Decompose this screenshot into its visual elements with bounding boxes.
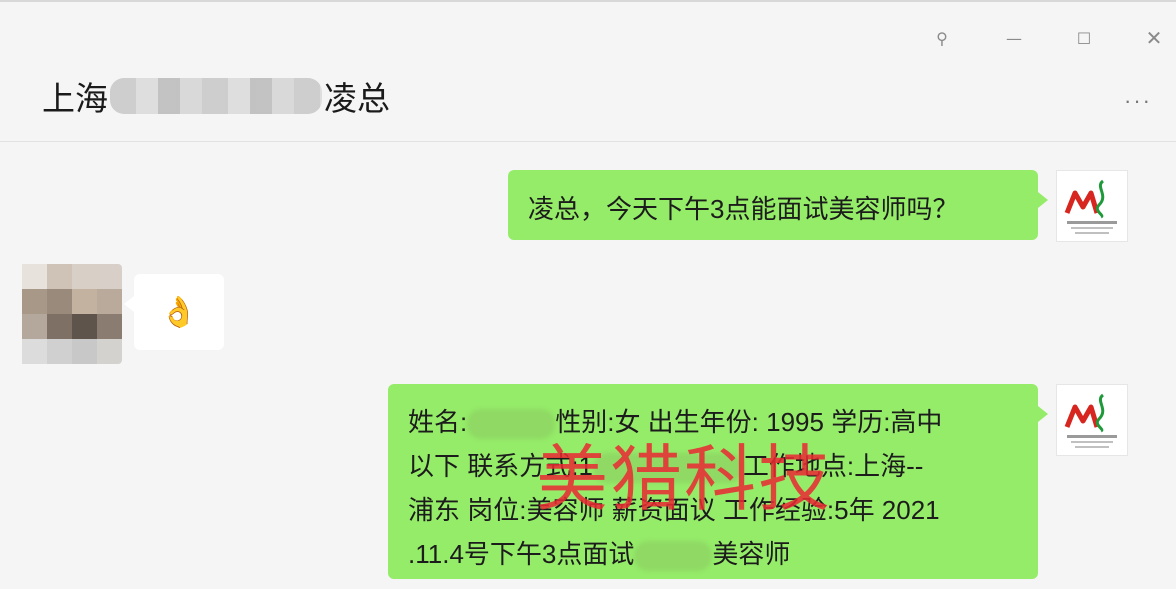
- contact-avatar[interactable]: [22, 264, 122, 364]
- message-line-1: 姓名: 性别:女 出生年份: 1995 学历:高中: [408, 400, 1020, 444]
- company-logo-icon: [1064, 393, 1117, 448]
- message-bubble-self[interactable]: 凌总，今天下午3点能面试美容师吗？: [508, 170, 1048, 240]
- self-avatar[interactable]: [1056, 384, 1128, 456]
- company-logo-icon: [1064, 179, 1117, 234]
- chat-window: ⚲ — ☐ ✕ 上海 凌总 ··· 凌总，今天下午3点能面试美容师吗？ 👌 姓名…: [0, 0, 1176, 589]
- chat-header: ⚲ — ☐ ✕ 上海 凌总 ···: [0, 2, 1176, 142]
- message-bubble-other[interactable]: 👌: [124, 274, 224, 350]
- redacted-phone-smudge: [592, 453, 743, 484]
- maximize-button[interactable]: ☐: [1070, 24, 1098, 52]
- close-button[interactable]: ✕: [1140, 24, 1168, 52]
- message-line-3: 浦东 岗位:美容师 薪资面议 工作经验:5年 2021: [408, 495, 940, 525]
- chat-title-prefix: 上海: [42, 80, 108, 117]
- ok-hand-emoji: 👌: [160, 295, 198, 329]
- redacted-name-smudge: [467, 409, 556, 440]
- message-line-4: .11.4号下午3点面试 美容师: [408, 532, 1020, 576]
- self-avatar[interactable]: [1056, 170, 1128, 242]
- redacted-company-smudge: [634, 541, 713, 572]
- redacted-name: [110, 78, 322, 114]
- message-line-2: 以下 联系方式:1 工作地点:上海--: [408, 444, 1020, 488]
- message-bubble-self-resume[interactable]: 姓名: 性别:女 出生年份: 1995 学历:高中 以下 联系方式:1 工作地点:上…: [388, 384, 1048, 579]
- more-options-icon[interactable]: ···: [1124, 88, 1152, 114]
- pin-icon[interactable]: ⚲: [928, 24, 956, 52]
- chat-title-suffix: 凌总: [324, 80, 390, 117]
- minimize-button[interactable]: —: [1000, 24, 1028, 52]
- message-text: 凌总，今天下午3点能面试美容师吗？: [528, 194, 959, 224]
- chat-title: 上海 凌总: [42, 72, 390, 120]
